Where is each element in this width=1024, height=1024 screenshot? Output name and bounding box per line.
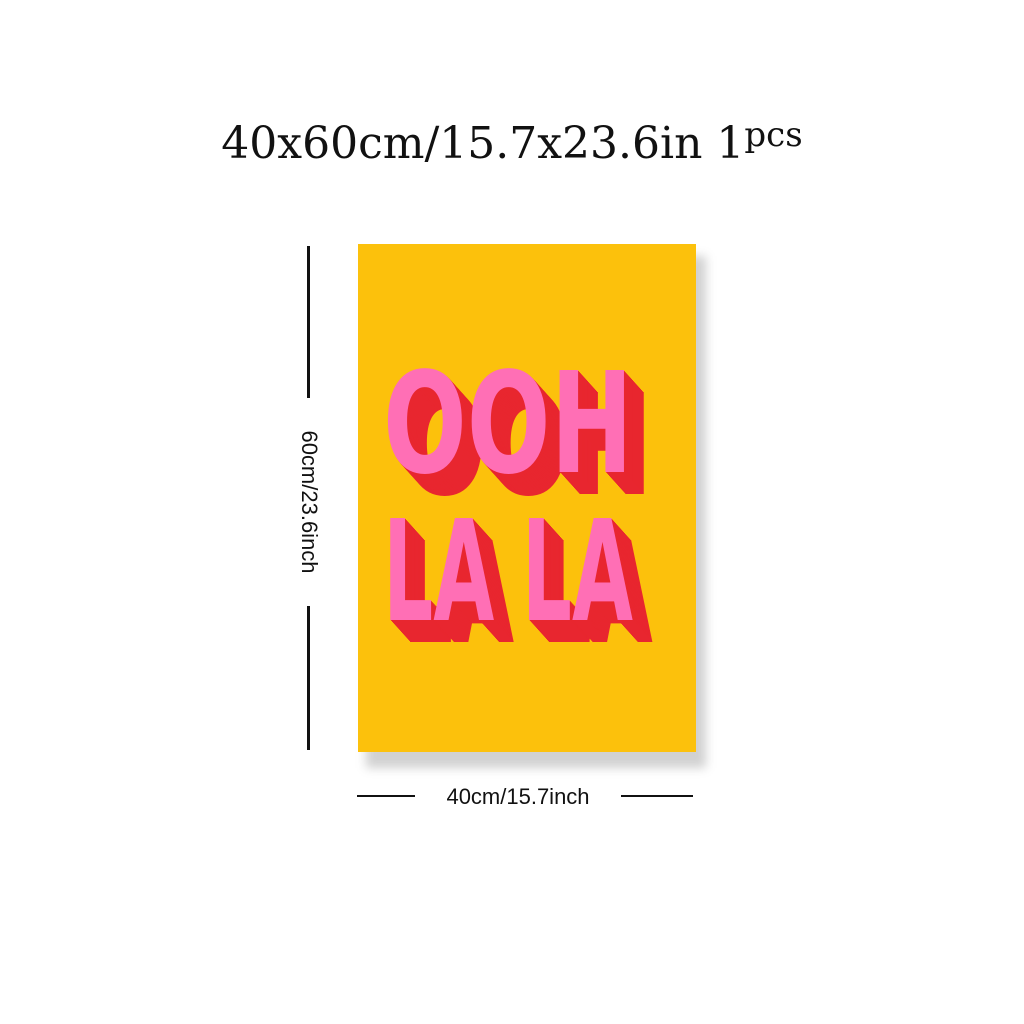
height-label: 60cm/23.6inch (297, 430, 322, 574)
poster-artwork: OOHOOHOOHOOHOOHOOHOOHOOHOOHOOHOOHOOHOOHO… (383, 343, 653, 676)
width-dimension-line-left (357, 795, 415, 797)
size-text: 40x60cm/15.7x23.6in 1 (221, 118, 745, 169)
height-dimension-line-top (307, 246, 310, 398)
size-headline: 40x60cm/15.7x23.6in 1pcs (0, 115, 1024, 169)
pcs-text: pcs (744, 115, 803, 155)
height-dimension-line-bottom (307, 606, 310, 750)
poster-line-la-la: LA LA (383, 491, 633, 654)
poster-line-ooh: OOH (383, 343, 633, 506)
product-image: 40x60cm/15.7x23.6in 1pcs 60cm/23.6inch O… (0, 0, 1024, 1024)
width-label: 40cm/15.7inch (446, 784, 590, 809)
poster: OOH OOH OOH OOH OOH OOH OOH OOH OOH OOH OOH OOH OOH O… (358, 244, 696, 752)
width-dimension-line-right (621, 795, 693, 797)
